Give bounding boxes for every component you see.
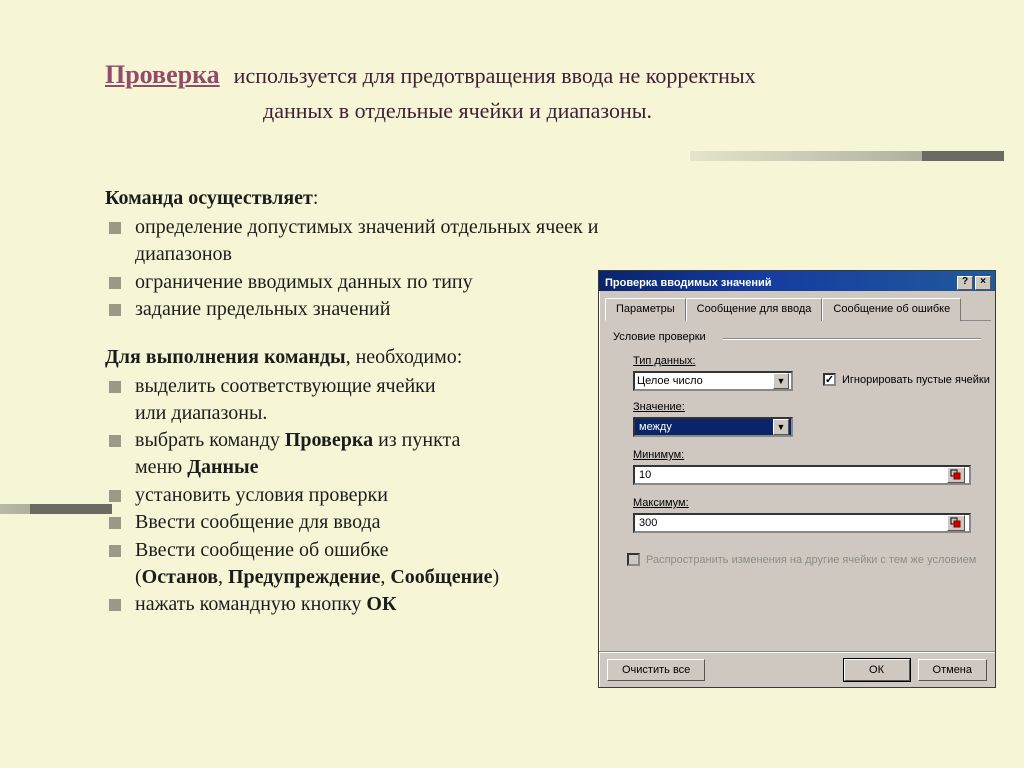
section1-heading: Команда осуществляет bbox=[105, 187, 313, 209]
range-picker-icon[interactable] bbox=[947, 515, 965, 531]
value-combo[interactable]: между ▼ bbox=[633, 417, 793, 437]
min-input[interactable]: 10 bbox=[633, 465, 971, 485]
ok-button[interactable]: ОК bbox=[844, 659, 910, 681]
propagate-check: Распространить изменения на другие ячейк… bbox=[627, 553, 976, 566]
tab-input-msg[interactable]: Сообщение для ввода bbox=[686, 298, 823, 321]
divider-top-light bbox=[690, 151, 922, 161]
chevron-down-icon[interactable]: ▼ bbox=[773, 373, 789, 389]
chevron-down-icon[interactable]: ▼ bbox=[773, 419, 789, 435]
tab-error-msg[interactable]: Сообщение об ошибке bbox=[822, 298, 961, 321]
close-button[interactable]: × bbox=[975, 276, 991, 290]
list-item: Ввести сообщение об ошибке (Останов, Пре… bbox=[105, 537, 615, 591]
list-item: выбрать команду Проверка из пункта меню … bbox=[105, 427, 615, 481]
divider-top-dark bbox=[922, 151, 1004, 161]
checkbox-icon[interactable]: ✓ bbox=[823, 373, 836, 386]
list-item: нажать командную кнопку ОК bbox=[105, 591, 615, 618]
list-item: выделить соответствующие ячейки или диап… bbox=[105, 373, 615, 427]
section2-heading: Для выполнения команды bbox=[105, 346, 346, 368]
type-label: Тип данных: bbox=[633, 355, 696, 367]
max-input[interactable]: 300 bbox=[633, 513, 971, 533]
list-item: определение допустимых значений отдельны… bbox=[105, 214, 615, 268]
section2-after: , необходимо: bbox=[346, 346, 463, 368]
dialog-titlebar[interactable]: Проверка вводимых значений ? × bbox=[599, 271, 995, 291]
colon: : bbox=[313, 187, 319, 209]
help-button[interactable]: ? bbox=[957, 276, 973, 290]
cancel-button[interactable]: Отмена bbox=[918, 659, 987, 681]
min-label: Минимум: bbox=[633, 449, 684, 461]
group-label: Условие проверки bbox=[613, 331, 706, 343]
page-title-link: Проверка bbox=[105, 60, 220, 90]
page-title-desc2: данных в отдельные ячейки и диапазоны. bbox=[263, 98, 965, 124]
list-item: ограничение вводимых данных по типу bbox=[105, 269, 615, 296]
max-label: Максимум: bbox=[633, 497, 689, 509]
list-item: Ввести сообщение для ввода bbox=[105, 509, 615, 536]
range-picker-icon[interactable] bbox=[947, 467, 965, 483]
list-item: установить условия проверки bbox=[105, 482, 615, 509]
clear-all-button[interactable]: Очистить все bbox=[607, 659, 705, 681]
page-title-desc: используется для предотвращения ввода не… bbox=[234, 63, 756, 88]
type-combo[interactable]: Целое число ▼ bbox=[633, 371, 793, 391]
tab-params[interactable]: Параметры bbox=[605, 298, 686, 321]
ignore-empty-check[interactable]: ✓ Игнорировать пустые ячейки bbox=[823, 373, 990, 386]
validation-dialog: Проверка вводимых значений ? × Параметры… bbox=[598, 270, 996, 688]
checkbox-icon bbox=[627, 553, 640, 566]
divider-left-light bbox=[0, 504, 30, 514]
divider-left-dark bbox=[30, 504, 112, 514]
dialog-title: Проверка вводимых значений bbox=[605, 277, 772, 289]
group-line bbox=[723, 338, 981, 340]
value-label: Значение: bbox=[633, 401, 685, 413]
list-item: задание предельных значений bbox=[105, 296, 615, 323]
